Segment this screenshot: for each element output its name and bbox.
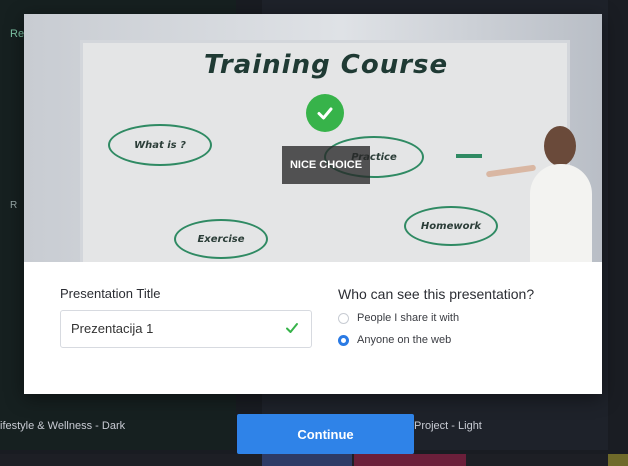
- check-circle-icon: [306, 94, 344, 132]
- preview-bubble: What is ?: [108, 124, 212, 166]
- visibility-option-label: People I share it with: [357, 312, 460, 324]
- template-card-bottom[interactable]: [354, 454, 466, 466]
- marker-pen: [456, 154, 482, 158]
- new-presentation-dialog: Training Course What is ? Exercise Pract…: [24, 14, 602, 394]
- template-row-bottom: [0, 454, 628, 466]
- template-card-left-label: ifestyle & Wellness - Dark: [0, 420, 126, 432]
- template-card-text: R: [10, 200, 18, 211]
- template-card-text: Re: [10, 28, 25, 40]
- presentation-title-input[interactable]: [71, 321, 271, 336]
- continue-button[interactable]: Continue: [237, 414, 414, 454]
- presentation-title-label: Presentation Title: [60, 286, 161, 301]
- visibility-label: Who can see this presentation?: [338, 286, 535, 302]
- template-card-bottom[interactable]: [262, 454, 352, 466]
- radio-button[interactable]: [338, 312, 349, 324]
- selected-badge: NICE CHOICE: [282, 146, 370, 184]
- template-card-bottom[interactable]: [608, 454, 628, 466]
- radio-button-selected[interactable]: [338, 334, 349, 346]
- preview-board-title: Training Course: [204, 50, 449, 80]
- visibility-option-shared[interactable]: People I share it with: [338, 312, 459, 324]
- presenter-figure: [485, 126, 596, 262]
- visibility-option-label: Anyone on the web: [357, 334, 452, 346]
- visibility-option-public[interactable]: Anyone on the web: [338, 334, 451, 346]
- template-card-right-label: Project - Light: [414, 420, 482, 432]
- preview-bubble: Exercise: [174, 219, 268, 259]
- template-preview: Training Course What is ? Exercise Pract…: [24, 14, 602, 262]
- presentation-title-field[interactable]: [60, 310, 312, 348]
- checkmark-icon: [285, 321, 299, 340]
- preview-bubble: Homework: [404, 206, 498, 246]
- presentation-form: Presentation Title Who can see this pres…: [24, 262, 602, 394]
